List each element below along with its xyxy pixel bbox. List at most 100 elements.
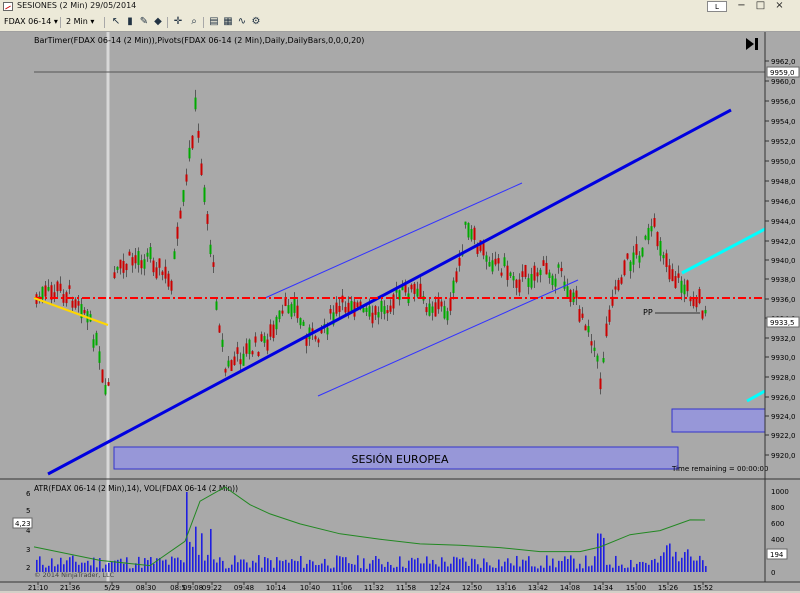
close-button[interactable]: ×	[771, 0, 788, 13]
candle-body	[392, 294, 395, 309]
candle-body	[608, 309, 611, 322]
candle-body	[227, 360, 230, 367]
candle-body	[542, 260, 545, 266]
instrument-selector[interactable]: FDAX 06-14 ▾	[4, 16, 58, 28]
candle-body	[638, 255, 641, 263]
volume-bar	[492, 567, 494, 572]
y-axis-label: 9936,0	[771, 296, 796, 304]
candle-body	[632, 252, 635, 265]
candle-body	[290, 304, 293, 317]
candle-body	[578, 309, 581, 322]
properties-icon[interactable]: ▤	[208, 16, 220, 28]
x-axis-label: 10:14	[266, 584, 287, 591]
volume-bar	[582, 568, 584, 572]
volume-bar	[300, 555, 302, 572]
link-button[interactable]: L	[707, 1, 727, 12]
volume-bar	[261, 567, 263, 572]
zoom-icon[interactable]: ⌕	[188, 16, 200, 28]
volume-bar	[333, 567, 335, 572]
minimize-button[interactable]: −	[733, 0, 750, 13]
volume-axis-label: 600	[771, 520, 784, 528]
volume-bar	[498, 559, 500, 572]
candle-body	[101, 369, 104, 383]
chart-area[interactable]: BarTimer(FDAX 06-14 (2 Min)),Pivots(FDAX…	[0, 32, 800, 592]
candle-body	[242, 353, 245, 366]
volume-bar	[543, 567, 545, 572]
volume-bar	[471, 558, 473, 572]
y-axis-label: 9926,0	[771, 394, 796, 402]
candle-body	[125, 263, 128, 271]
chart-background	[0, 32, 800, 591]
candle-body	[356, 302, 359, 308]
data-box-icon[interactable]: ▦	[222, 16, 234, 28]
candle-body	[665, 253, 668, 267]
candle-body	[569, 290, 572, 302]
volume-bar	[465, 561, 467, 572]
volume-bar	[681, 557, 683, 572]
candle-body	[536, 272, 539, 277]
volume-bar	[618, 565, 620, 572]
volume-bar	[225, 568, 227, 572]
candle-body	[668, 265, 671, 280]
pointer-icon[interactable]: ↖	[110, 16, 122, 28]
volume-bar	[420, 563, 422, 572]
color-icon[interactable]: ◆	[152, 16, 164, 28]
candle-body	[293, 299, 296, 313]
volume-bar	[495, 567, 497, 572]
copyright-label: © 2014 NinjaTrader, LLC	[34, 571, 115, 579]
x-axis-label: 14:08	[560, 584, 580, 591]
volume-bar	[615, 555, 617, 572]
volume-bar	[663, 552, 665, 572]
y-axis-label: 9960,0	[771, 78, 796, 86]
price-chart[interactable]: BarTimer(FDAX 06-14 (2 Min)),Pivots(FDAX…	[0, 32, 800, 592]
volume-bar	[282, 561, 284, 572]
volume-bar	[429, 563, 431, 572]
maximize-button[interactable]: □	[752, 0, 769, 13]
candle-body	[554, 278, 557, 287]
candle-body	[701, 310, 704, 319]
volume-bar	[129, 568, 131, 572]
volume-bar	[408, 560, 410, 572]
crosshair-icon[interactable]: ✛	[172, 16, 184, 28]
interval-selector[interactable]: 2 Min ▾	[66, 16, 94, 28]
candle-body	[146, 252, 149, 257]
volume-bar	[480, 567, 482, 572]
atr-value: 4,23	[15, 520, 31, 528]
candle-body	[209, 244, 212, 255]
volume-bar	[477, 564, 479, 572]
volume-bar	[450, 563, 452, 572]
volume-bar	[558, 560, 560, 572]
candle-body	[107, 382, 110, 386]
candle-body	[386, 310, 389, 314]
bar-style-icon[interactable]: ▮	[124, 16, 136, 28]
volume-bar	[699, 555, 701, 572]
candle-body	[260, 334, 263, 342]
candle-body	[551, 275, 554, 286]
volume-bar	[555, 567, 557, 572]
candle-body	[68, 285, 71, 289]
strategy-icon[interactable]: ⚙	[250, 16, 262, 28]
candle-body	[605, 323, 608, 337]
candle-body	[602, 357, 605, 363]
volume-bar	[423, 563, 425, 572]
volume-axis-label: 1000	[771, 488, 789, 496]
candle-body	[464, 221, 467, 225]
candle-body	[116, 266, 119, 270]
volume-bar	[561, 561, 563, 572]
volume-bar	[120, 558, 122, 572]
pencil-icon[interactable]: ✎	[138, 16, 150, 28]
indicators-icon[interactable]: ∿	[236, 16, 248, 28]
x-axis-label: 12:24	[430, 584, 451, 591]
volume-bar	[609, 564, 611, 572]
candle-body	[347, 302, 350, 313]
y-axis-label: 9932,0	[771, 335, 796, 343]
candle-body	[416, 288, 419, 297]
candle-body	[488, 262, 491, 267]
x-axis-label: 15:26	[658, 584, 679, 591]
volume-bar	[435, 564, 437, 572]
candle-body	[647, 227, 650, 241]
candle-body	[410, 284, 413, 290]
candle-body	[629, 261, 632, 272]
candle-body	[155, 267, 158, 279]
volume-bar	[411, 557, 413, 572]
